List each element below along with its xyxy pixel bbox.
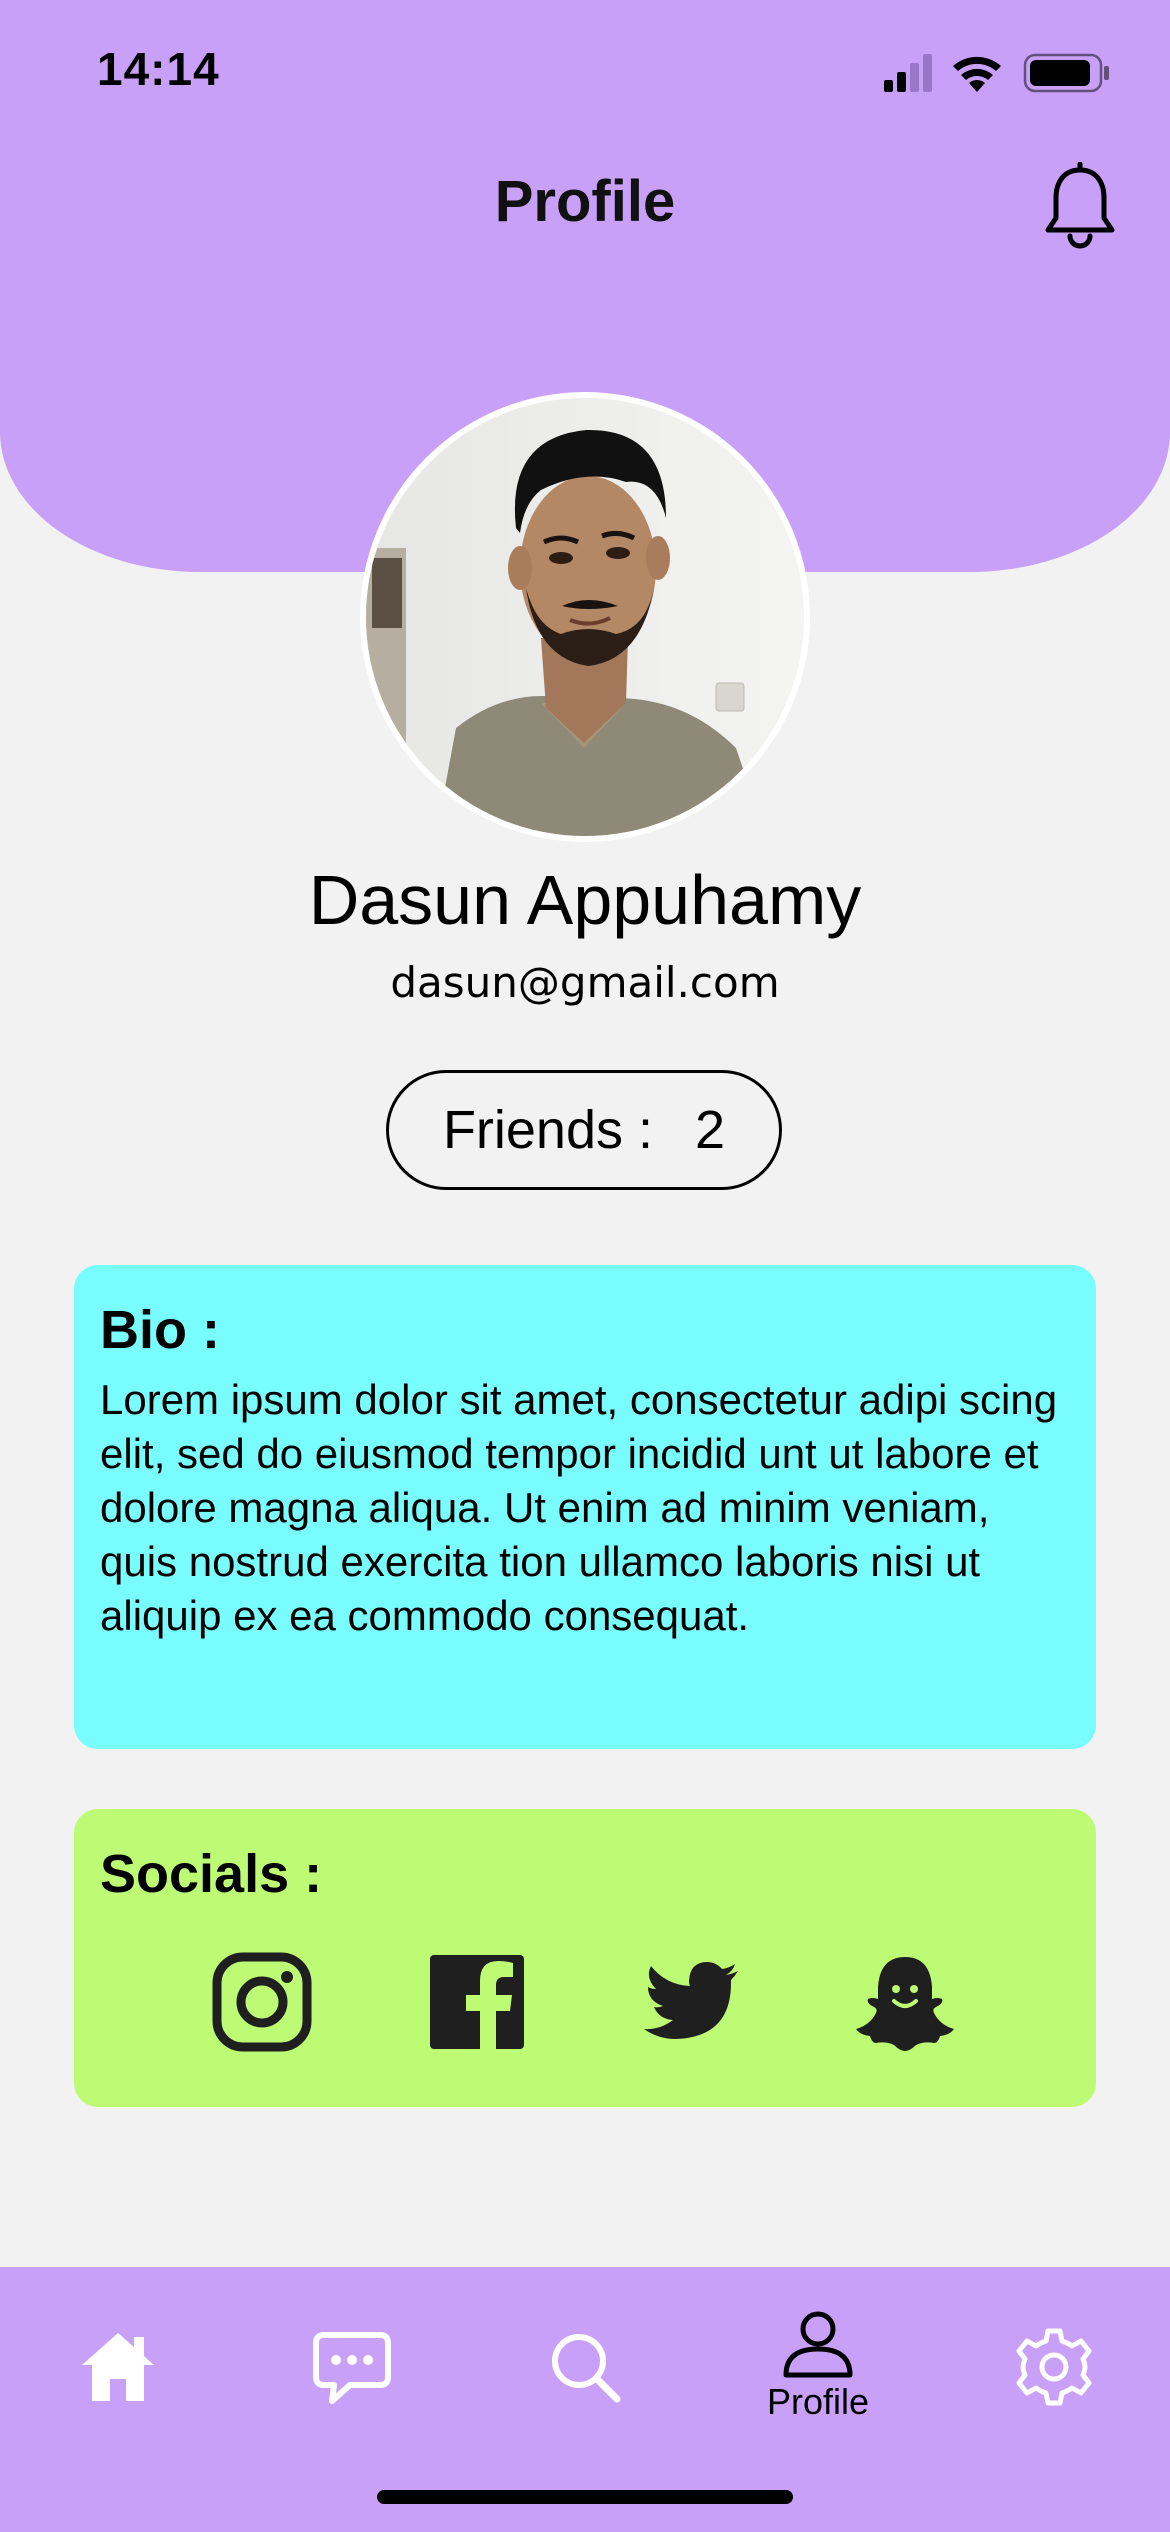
snapchat-icon[interactable] [850,1947,960,2057]
nav-chat[interactable] [272,2307,432,2437]
avatar[interactable] [360,392,810,842]
twitter-icon[interactable] [636,1947,746,2057]
bell-icon[interactable] [1040,162,1120,250]
battery-icon [1023,53,1109,93]
profile-icon [783,2311,853,2378]
settings-icon [1016,2328,1092,2406]
avatar-photo [366,398,804,836]
bio-card: Bio : Lorem ipsum dolor sit amet, consec… [74,1265,1096,1749]
nav-profile[interactable]: Profile [738,2307,898,2437]
friends-button[interactable]: Friends : 2 [386,1070,782,1190]
friends-label: Friends : [442,1100,654,1160]
socials-card: Socials : [74,1809,1096,2107]
signal-icon [884,54,932,92]
chat-icon [313,2332,391,2404]
nav-settings[interactable] [974,2307,1134,2437]
home-icon [82,2333,154,2401]
facebook-icon[interactable] [422,1947,532,2057]
social-icons-row [74,1947,1096,2057]
status-time: 14:14 [97,43,220,95]
socials-title: Socials : [100,1844,323,1904]
status-bar: 14:14 [0,0,1170,140]
status-icons [884,53,1109,93]
friends-count: 2 [695,1100,726,1160]
nav-home[interactable] [38,2307,198,2437]
user-email: dasun@gmail.com [390,958,780,1007]
instagram-icon[interactable] [207,1947,317,2057]
page-title: Profile [494,169,676,234]
bio-text: Lorem ipsum dolor sit amet, consectetur … [100,1376,1058,1639]
profile-screen: 14:14 Profile Dasun Appuhamy dasun@gmail… [0,0,1170,2532]
home-indicator [377,2490,793,2504]
wifi-icon [953,56,1001,92]
user-name: Dasun Appuhamy [308,861,862,939]
bio-title: Bio : [100,1300,220,1360]
nav-search[interactable] [505,2307,665,2437]
nav-profile-label: Profile [766,2381,870,2422]
search-icon [552,2334,621,2403]
